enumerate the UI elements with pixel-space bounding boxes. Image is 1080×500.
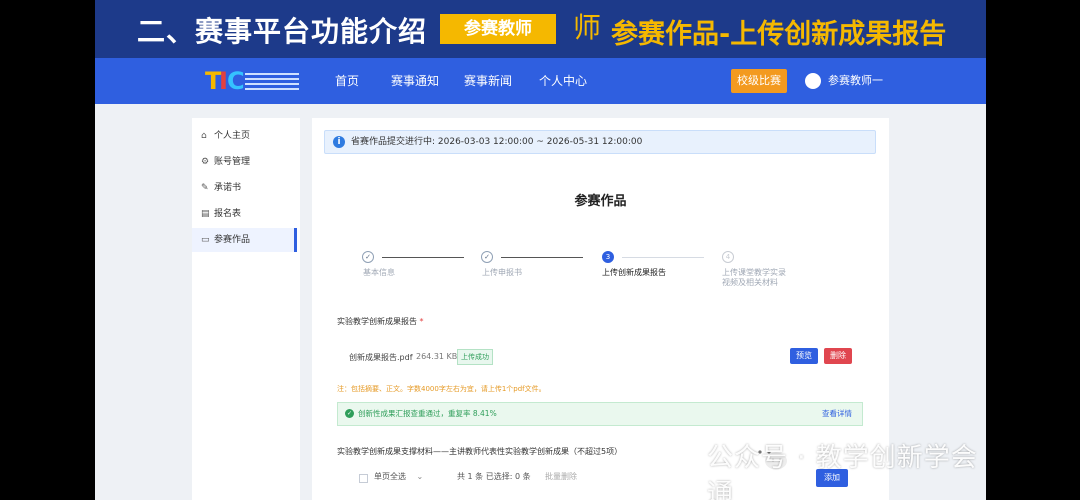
preview-button[interactable]: 预览 — [790, 348, 818, 364]
report-label-text: 实验教学创新成果报告 — [337, 317, 417, 326]
step-connector — [501, 257, 583, 258]
sidebar-item-label: 个人主页 — [214, 131, 251, 141]
support-section-label: 实验教学创新成果支撑材料——主讲教师代表性实验教学创新成果（不超过5项） — [337, 447, 623, 456]
banner-title: 二、赛事平台功能介绍 — [137, 15, 428, 48]
tic-logo[interactable]: T I C — [205, 68, 300, 96]
form-icon: ▤ — [201, 209, 210, 219]
required-mark: * — [419, 317, 424, 326]
sidebar-item-label: 参赛作品 — [214, 235, 251, 245]
user-name[interactable]: 参赛教师一 — [828, 58, 883, 104]
step-1-label: 基本信息 — [363, 268, 395, 277]
sidebar-item-label: 账号管理 — [214, 157, 251, 167]
folder-icon: ▭ — [201, 235, 210, 245]
sidebar-item-account[interactable]: ⚙ 账号管理 — [192, 150, 297, 174]
step-1-check-icon: ✓ — [362, 251, 374, 263]
info-icon: i — [333, 136, 345, 148]
banner-tag: 参赛教师 — [440, 14, 556, 44]
report-section-label: 实验教学创新成果报告 * — [337, 316, 424, 327]
step-4-indicator: 4 — [722, 251, 734, 263]
sidebar-item-label: 报名表 — [214, 209, 242, 219]
screen-frame: 二、赛事平台功能介绍 参赛教师 师 参赛作品-上传创新成果报告 T I C 首页… — [95, 0, 986, 500]
nav-home[interactable]: 首页 — [335, 58, 359, 104]
step-3-indicator: 3 — [602, 251, 614, 263]
notice-text: 省赛作品提交进行中: 2026-03-03 12:00:00 ~ 2026-05… — [351, 137, 643, 147]
uploaded-file-name[interactable]: 创新成果报告.pdf — [349, 352, 413, 363]
top-nav: T I C 首页 赛事通知 赛事新闻 个人中心 校级比赛 参赛教师一 — [95, 58, 986, 104]
gear-icon: ⚙ — [201, 157, 210, 167]
banner-subtitle: 参赛作品-上传创新成果报告 — [611, 19, 947, 50]
sidebar-item-home[interactable]: ⌂ 个人主页 — [192, 124, 297, 148]
teacher-emblem-icon: 师 — [572, 11, 601, 44]
step-2-label: 上传申报书 — [482, 268, 522, 277]
sidebar-item-pledge[interactable]: ✎ 承诺书 — [192, 176, 297, 200]
check-circle-icon: ✓ — [345, 409, 354, 418]
slide-banner: 二、赛事平台功能介绍 参赛教师 师 参赛作品-上传创新成果报告 — [95, 0, 986, 58]
view-details-link[interactable]: 查看详情 — [822, 403, 852, 425]
submission-notice: i 省赛作品提交进行中: 2026-03-03 12:00:00 ~ 2026-… — [324, 130, 876, 154]
batch-delete-button[interactable]: 批量删除 — [545, 471, 577, 482]
avatar[interactable] — [805, 73, 821, 89]
file-size: 264.31 KB — [416, 352, 458, 361]
sidebar: ⌂ 个人主页 ⚙ 账号管理 ✎ 承诺书 ▤ 报名表 ▭ 参赛作品 — [192, 118, 300, 500]
school-competition-button[interactable]: 校级比赛 — [731, 69, 787, 93]
step-4-label-line1: 上传课堂教学实录 — [722, 268, 786, 277]
home-icon: ⌂ — [201, 131, 207, 141]
status-badge: 上传成功 — [457, 349, 493, 365]
select-all-label: 单页全选 — [374, 472, 406, 481]
upload-note: 注：包括摘要、正文。字数4000字左右为宜，请上传1个pdf文件。 — [337, 385, 546, 393]
delete-button[interactable]: 删除 — [824, 348, 852, 364]
page-title: 参赛作品 — [574, 194, 627, 209]
step-3-label: 上传创新成果报告 — [602, 268, 666, 277]
step-connector — [622, 257, 704, 258]
selection-summary: 共 1 条 已选择: 0 条 — [457, 472, 531, 481]
nav-news[interactable]: 赛事新闻 — [464, 58, 512, 104]
nav-notices[interactable]: 赛事通知 — [391, 58, 439, 104]
step-connector — [382, 257, 464, 258]
step-4-label-line2: 视频及相关材料 — [722, 278, 778, 287]
watermark-text: 公众号 · 教学创新学会通 — [707, 443, 978, 500]
sidebar-item-works[interactable]: ▭ 参赛作品 — [192, 228, 297, 252]
plagiarism-check-result: ✓ 创新性成果汇报查重通过，重复率 8.41% 查看详情 — [337, 402, 863, 426]
step-2-check-icon: ✓ — [481, 251, 493, 263]
nav-personal-center[interactable]: 个人中心 — [539, 58, 587, 104]
select-all-dropdown[interactable]: 单页全选 ⌄ — [374, 471, 423, 482]
select-all-checkbox[interactable] — [359, 474, 368, 483]
sidebar-item-label: 承诺书 — [214, 183, 242, 193]
document-icon: ✎ — [201, 183, 209, 193]
sidebar-item-registration[interactable]: ▤ 报名表 — [192, 202, 297, 226]
check-result-text: 创新性成果汇报查重通过，重复率 8.41% — [358, 409, 497, 418]
chevron-down-icon: ⌄ — [416, 472, 424, 481]
